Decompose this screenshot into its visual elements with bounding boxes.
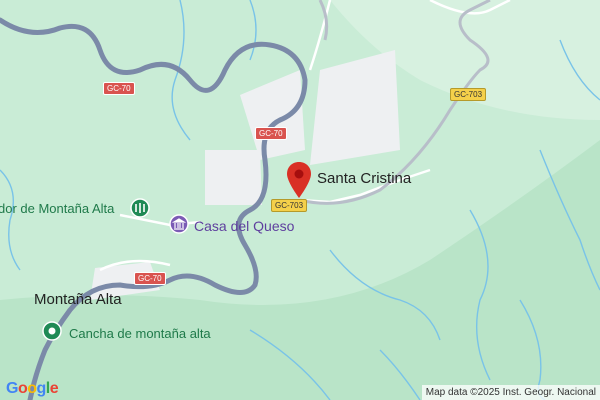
place-label-santa-cristina[interactable]: Santa Cristina xyxy=(317,171,411,186)
museum-icon[interactable] xyxy=(169,214,189,234)
map-pin-icon[interactable] xyxy=(287,162,311,198)
map-view[interactable]: GC-70 GC-70 GC-70 GC-703 GC-703 Santa Cr… xyxy=(0,0,600,400)
map-attribution[interactable]: Map data ©2025 Inst. Geogr. Nacional xyxy=(421,385,600,400)
road-shield-gc70: GC-70 xyxy=(103,82,135,95)
place-label-montana-alta[interactable]: Montaña Alta xyxy=(34,292,122,307)
urban-area xyxy=(205,150,262,205)
viewpoint-icon[interactable] xyxy=(130,198,150,218)
google-logo: Google xyxy=(6,380,59,397)
poi-label-casa-del-queso[interactable]: Casa del Queso xyxy=(194,219,294,233)
road-shield-gc70: GC-70 xyxy=(134,272,166,285)
road-shield-gc703: GC-703 xyxy=(450,88,487,101)
road-shield-gc703: GC-703 xyxy=(271,199,308,212)
park-icon[interactable] xyxy=(42,321,62,341)
poi-label-cancha[interactable]: Cancha de montaña alta xyxy=(69,327,211,340)
road-shield-gc70: GC-70 xyxy=(255,127,287,140)
poi-label-mirador[interactable]: dor de Montaña Alta xyxy=(0,202,114,215)
